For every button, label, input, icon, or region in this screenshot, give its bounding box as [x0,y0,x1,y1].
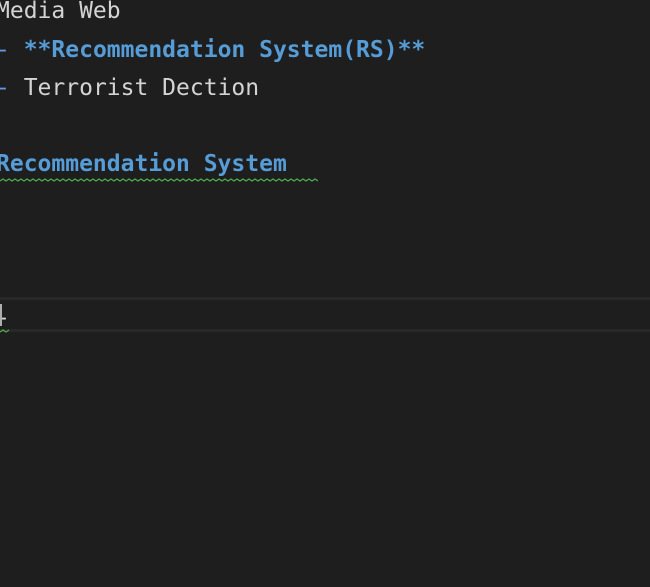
editor-line-recommendation-list-item[interactable]: - **Recommendation System(RS)** [0,36,425,64]
list-marker: - [0,37,24,63]
text-editor[interactable]: Media Web - **Recommendation System(RS)*… [0,0,650,587]
current-line-highlight [0,297,650,332]
editor-line-heading[interactable]: Recommendation System [0,150,287,178]
text-cursor [0,304,2,326]
spelling-squiggle [0,178,318,182]
spelling-squiggle-short [0,329,10,333]
line-text: Media Web [0,0,121,24]
editor-line-media-web[interactable]: Media Web [0,0,121,25]
editor-line-terrorist-list-item[interactable]: - Terrorist Dection [0,74,259,102]
line-text: Terrorist Dection [23,75,260,101]
heading-text: Recommendation System [0,151,287,177]
bold-markdown-text: **Recommendation System(RS)** [23,37,426,63]
list-marker: - [0,75,24,101]
